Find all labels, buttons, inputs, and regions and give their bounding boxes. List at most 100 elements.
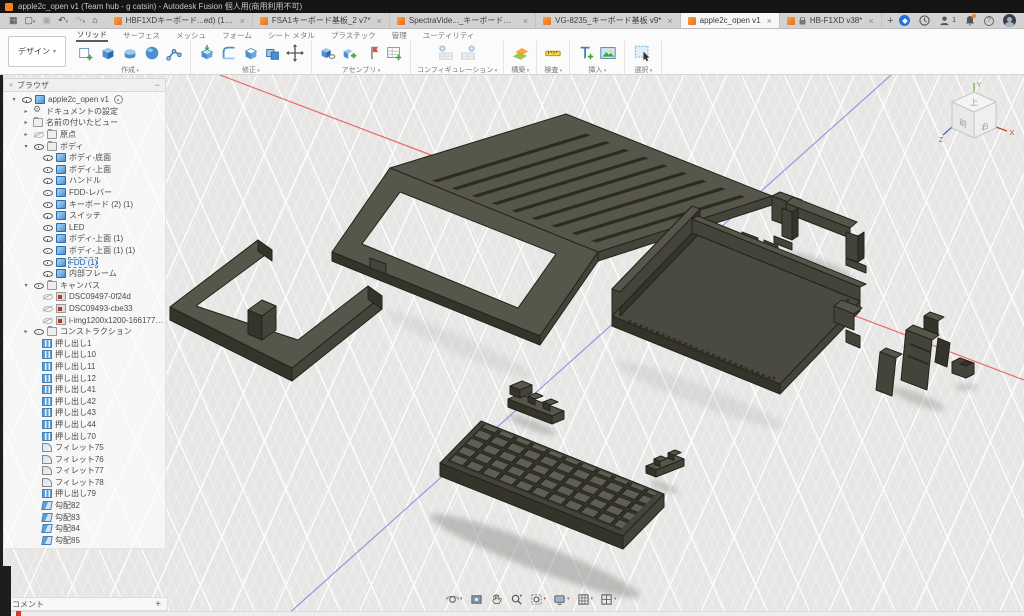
user-avatar[interactable] [1003,14,1016,27]
redo-icon[interactable]: ▾ [75,16,85,25]
item-label[interactable]: DSC09493-cbe33 [69,304,133,313]
fit-icon[interactable]: ▾ [530,593,547,606]
item-label[interactable]: スイッチ [69,210,101,221]
ribbon-env-tab[interactable]: ユーティリティ [422,30,476,41]
minimize-panel-icon[interactable]: − [155,80,160,90]
browser-tree-item[interactable]: 押し出し79 [4,488,165,500]
part-led-bracket[interactable] [646,450,684,477]
item-label[interactable]: FDD-レバー [69,187,112,198]
tab-close-icon[interactable] [767,16,772,26]
expand-closed-icon[interactable] [22,108,30,115]
item-label[interactable]: apple2c_open v1 [48,95,109,104]
item-label[interactable]: ボディ [60,141,83,152]
browser-tree-item[interactable]: DSC09493-cbe33 [4,303,165,315]
app-grid-icon[interactable] [9,16,18,25]
browser-tree-item[interactable]: フィレット78 [4,477,165,489]
viewport[interactable]: Y X Z 上 前 右 « ブラウザ − [0,75,1024,616]
visibility-on-icon[interactable] [42,188,53,197]
browser-tree-item[interactable]: キャンバス [4,280,165,292]
browser-tree-item[interactable]: スイッチ [4,210,165,222]
group-insert-label[interactable]: 挿入 [588,65,606,75]
item-label[interactable]: フィレット77 [55,465,104,476]
grid-settings-icon[interactable]: ▾ [577,593,594,606]
browser-tree-item[interactable]: 内部フレーム [4,268,165,280]
item-label[interactable]: FDD (1) [69,258,97,267]
viewports-icon[interactable]: ▾ [600,593,617,606]
press-pull-tool-icon[interactable] [197,43,217,63]
visibility-off-icon[interactable] [42,292,53,301]
browser-tree-item[interactable]: 押し出し70 [4,430,165,442]
visibility-on-icon[interactable] [33,281,44,290]
activate-component-radio[interactable] [114,95,123,104]
visibility-on-icon[interactable] [42,211,53,220]
tab-close-icon[interactable] [523,16,528,26]
item-label[interactable]: 押し出し79 [55,488,96,499]
extensions-icon[interactable] [899,15,910,26]
browser-tree-item[interactable]: 勾配83 [4,511,165,523]
ribbon-env-tab[interactable]: シート メタル [267,30,316,41]
browser-tree-item[interactable]: 勾配85 [4,535,165,547]
item-label[interactable]: 勾配83 [55,512,80,523]
item-label[interactable]: 勾配84 [55,523,80,534]
sphere-tool-icon[interactable] [142,43,162,63]
extrude-tool-icon[interactable] [98,43,118,63]
group-inspect-label[interactable]: 検査 [544,65,562,75]
visibility-on-icon[interactable] [42,234,53,243]
browser-tree-item[interactable]: ボディ-上面 [4,164,165,176]
item-label[interactable]: ボディ-底面 [69,152,111,163]
tab-close-icon[interactable] [667,16,672,26]
browser-tree-item[interactable]: LED [4,222,165,234]
ribbon-env-tab[interactable]: プラスチック [330,30,377,41]
visibility-on-icon[interactable] [42,258,53,267]
configuration-table-icon[interactable] [458,43,478,63]
expand-open-icon[interactable] [22,282,30,289]
item-label[interactable]: DSC09497-0f24d [69,292,131,301]
browser-tree-item[interactable]: 押し出し10 [4,349,165,361]
move-tool-icon[interactable] [285,43,305,63]
collapse-panel-icon[interactable]: « [9,82,13,89]
expand-closed-icon[interactable] [22,119,30,126]
new-tab-button[interactable]: + [882,13,899,28]
browser-tree-item[interactable]: コンストラクション [4,326,165,338]
item-label[interactable]: 勾配82 [55,500,80,511]
browser-tree-item[interactable]: ボディ-底面 [4,152,165,164]
ribbon-env-tab[interactable]: 管理 [391,30,408,41]
browser-tree-item[interactable]: i-img1200x1200-1661779666m... [4,314,165,326]
browser-tree-item[interactable]: 押し出し43 [4,407,165,419]
group-select-label[interactable]: 選択 [634,65,652,75]
item-label[interactable]: 押し出し11 [55,361,95,372]
look-at-icon[interactable] [470,593,483,606]
browser-tree-item[interactable]: ドキュメントの設定 [4,106,165,118]
new-component-tool-icon[interactable] [318,43,338,63]
file-menu-icon[interactable]: ▾ [25,16,36,25]
document-tab[interactable]: SpectraVide..._キーボード基板 v6 [390,13,536,28]
item-label[interactable]: ボディ-上面 (1) (1) [69,245,135,256]
browser-tree-item[interactable]: ボディ-上面 (1) (1) [4,245,165,257]
item-label[interactable]: ハンドル [69,175,101,186]
group-configuration-label[interactable]: コンフィギュレーション [417,65,497,75]
document-tab[interactable]: VG-8235_キーボード基板 v9* [536,13,681,28]
visibility-off-icon[interactable] [33,130,44,139]
insert-canvas-tool-icon[interactable] [598,43,618,63]
job-status-icon[interactable] [919,15,930,26]
expand-closed-icon[interactable] [22,328,30,335]
comment-add-button[interactable]: + [155,599,161,610]
browser-tree-item[interactable]: 押し出し1 [4,337,165,349]
orbit-icon[interactable]: ▾ [446,593,463,606]
home-icon[interactable] [92,16,97,25]
browser-tree-item[interactable]: 押し出し12 [4,372,165,384]
help-icon[interactable]: ? [984,16,994,26]
visibility-on-icon[interactable] [42,246,53,255]
shell-tool-icon[interactable] [241,43,261,63]
visibility-on-icon[interactable] [42,223,53,232]
item-label[interactable]: 押し出し70 [55,431,96,442]
browser-tree-item[interactable]: 押し出し41 [4,384,165,396]
browser-tree-item[interactable]: DSC09497-0f24d [4,291,165,303]
comment-panel[interactable]: コメント + [5,597,168,611]
bom-tool-icon[interactable] [384,43,404,63]
notifications-icon[interactable] [965,15,975,26]
browser-tree-item[interactable]: 名前の付いたビュー [4,117,165,129]
visibility-on-icon[interactable] [42,153,53,162]
timeline-bar[interactable] [0,611,1024,616]
part-small-bracket[interactable] [952,358,974,378]
